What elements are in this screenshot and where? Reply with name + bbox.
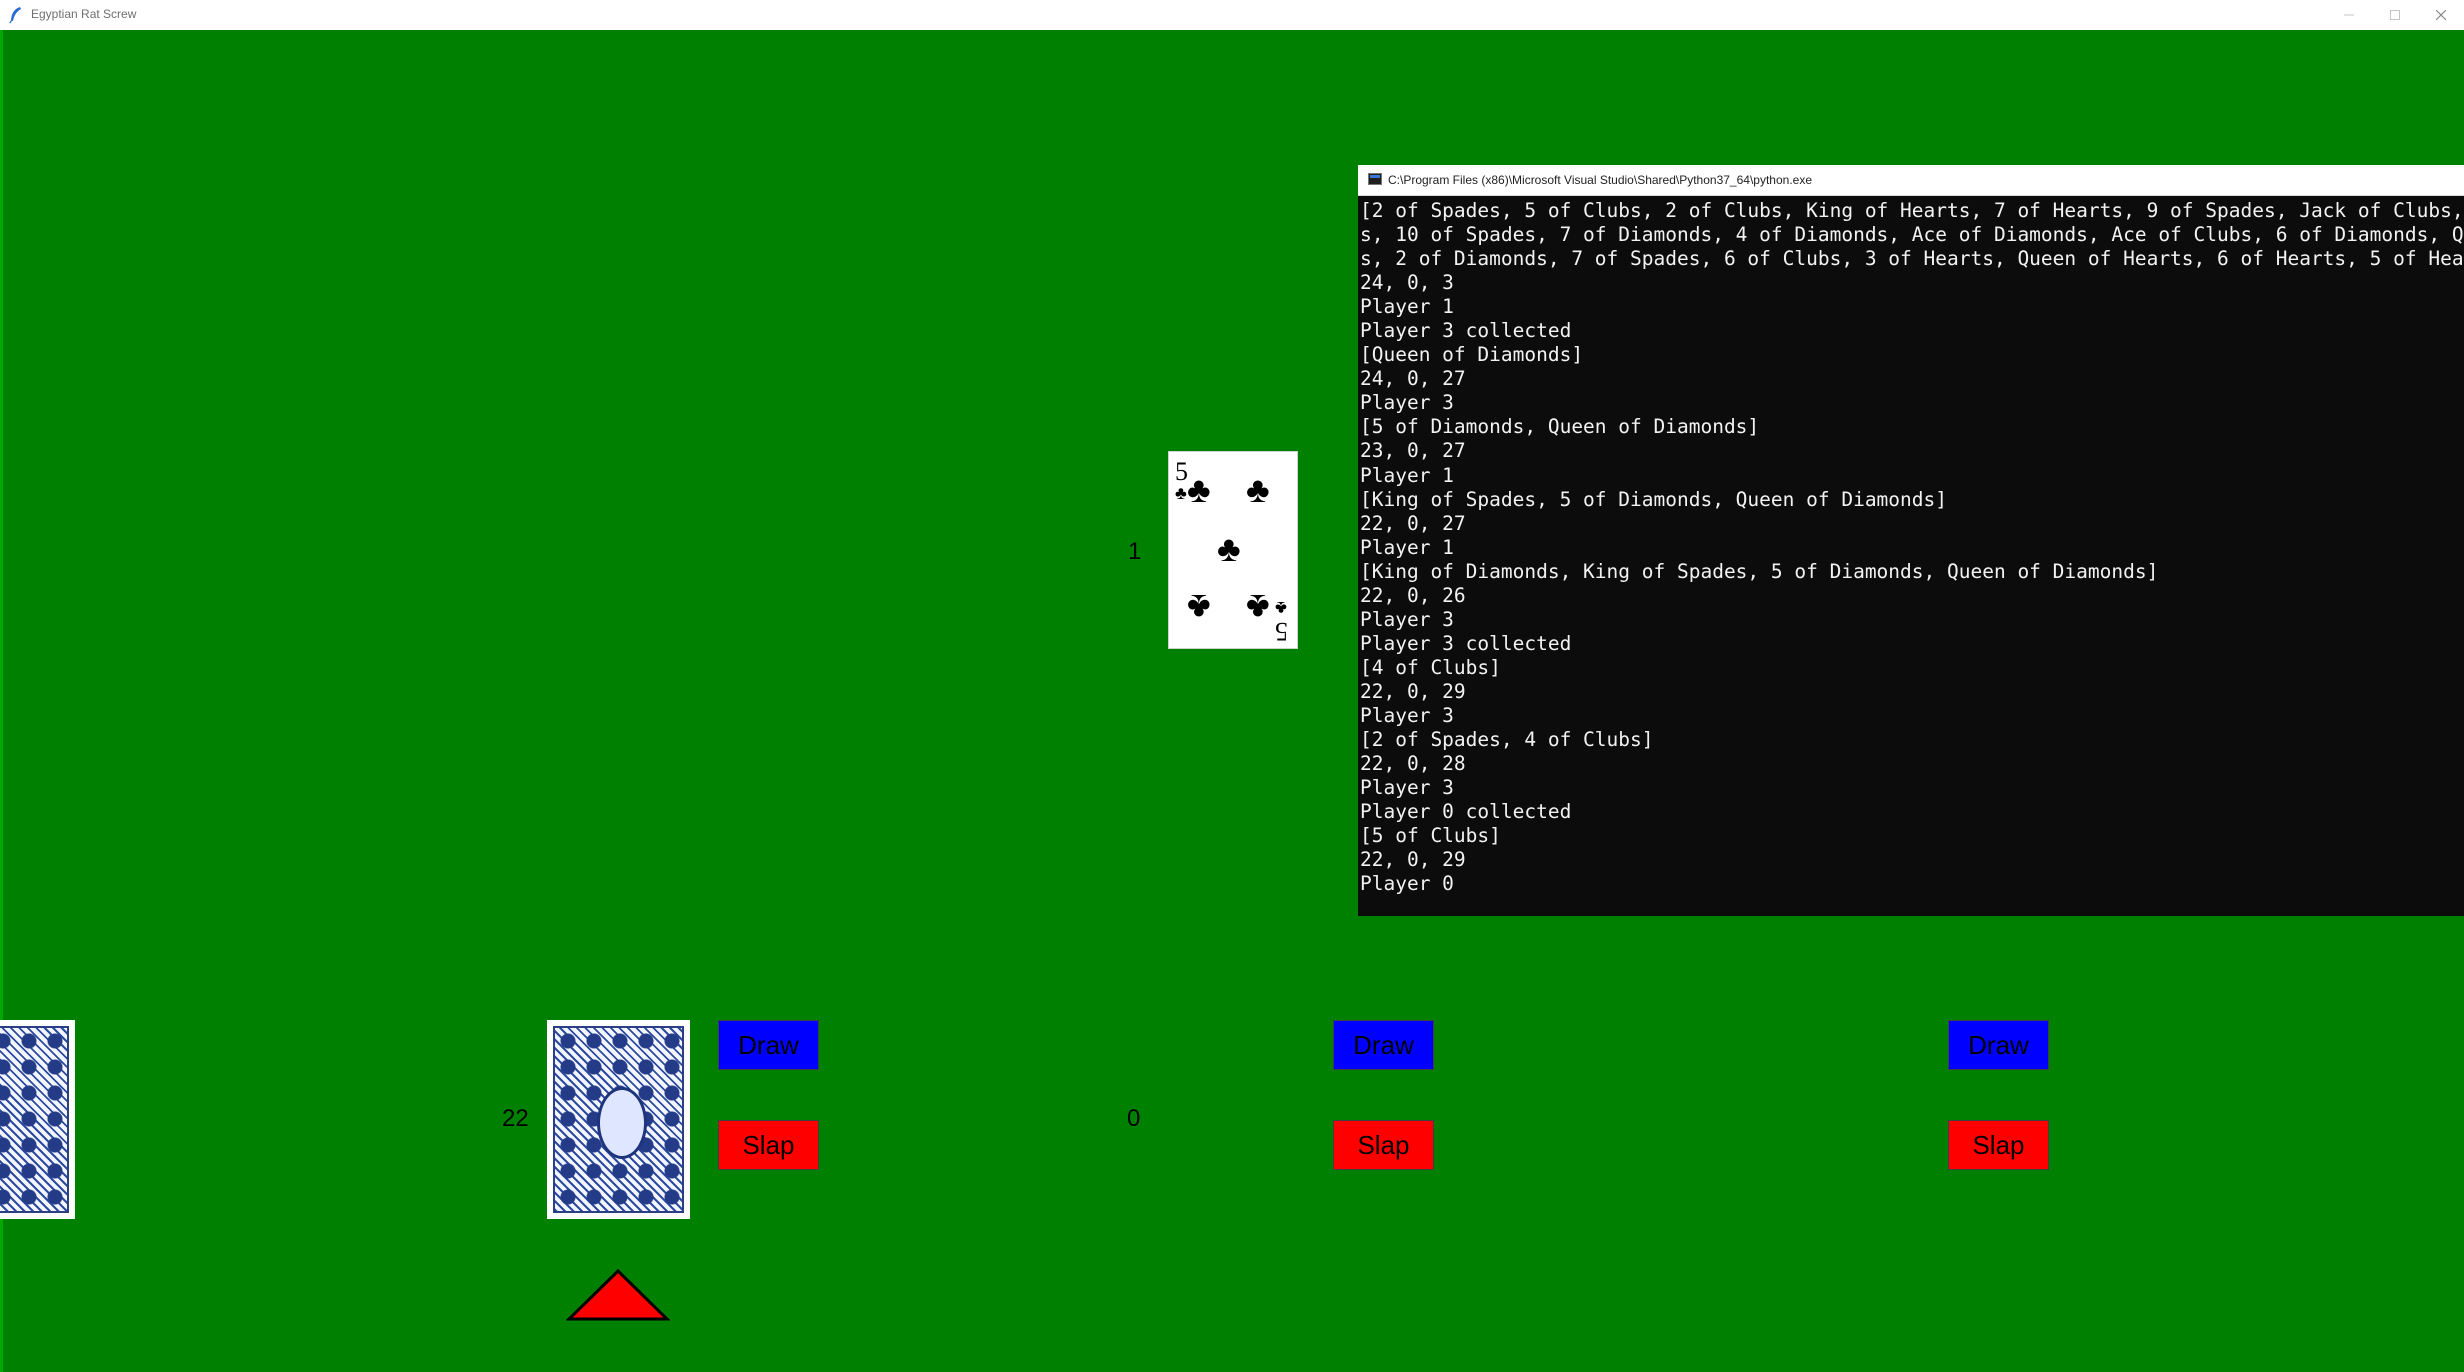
- console-line: [2 of Spades, 4 of Clubs]: [1360, 728, 1654, 752]
- console-line: Player 3: [1360, 776, 1454, 800]
- title-bar: Egyptian Rat Screw: [0, 0, 2464, 31]
- club-suit-icon: ♣: [1175, 483, 1187, 503]
- club-pip-icon: ♣: [1187, 469, 1211, 510]
- console-line: Player 0 collected: [1360, 800, 1572, 824]
- maximize-icon: [2390, 10, 2400, 20]
- club-suit-icon: ♣: [1275, 598, 1287, 618]
- console-line: [4 of Clubs]: [1360, 655, 1501, 679]
- console-output[interactable]: [2 of Spades, 5 of Clubs, 2 of Clubs, Ki…: [1360, 199, 2464, 916]
- club-pip-icon: ♣: [1246, 587, 1270, 628]
- player-middle-slap-button[interactable]: Slap: [1333, 1120, 1434, 1170]
- console-line: 22, 0, 29: [1360, 679, 1466, 703]
- player-bottom-card-count: 22: [502, 1105, 529, 1132]
- console-line: Player 1: [1360, 535, 1454, 559]
- console-line: Player 3: [1360, 391, 1454, 415]
- window-title: Egyptian Rat Screw: [31, 7, 137, 21]
- triangle-up-icon: [566, 1268, 670, 1321]
- console-line: [5 of Clubs]: [1360, 824, 1501, 848]
- console-line: [King of Diamonds, King of Spades, 5 of …: [1360, 559, 2159, 583]
- center-pile-top-card[interactable]: 5 ♣ ♣ ♣ ♣ ♣ ♣ ♣ 5: [1168, 451, 1298, 649]
- console-line: s, 10 of Spades, 7 of Diamonds, 4 of Dia…: [1360, 223, 2464, 247]
- club-pip-icon: ♣: [1187, 587, 1211, 628]
- console-line: 24, 0, 3: [1360, 271, 1454, 295]
- console-line: 22, 0, 26: [1360, 583, 1466, 607]
- player-middle-card-count: 0: [1127, 1105, 1141, 1132]
- console-line: Player 1: [1360, 295, 1454, 319]
- card-back-emblem: [596, 1086, 647, 1159]
- player-bottom-slap-button[interactable]: Slap: [718, 1120, 819, 1170]
- console-line: 23, 0, 27: [1360, 439, 1466, 463]
- close-icon: [2436, 10, 2446, 20]
- console-line: Player 3: [1360, 703, 1454, 727]
- console-title-bar[interactable]: C:\Program Files (x86)\Microsoft Visual …: [1358, 165, 2464, 196]
- player-bottom-draw-button[interactable]: Draw: [718, 1020, 819, 1070]
- card-back-icon: [0, 1026, 69, 1213]
- console-line: Player 3: [1360, 607, 1454, 631]
- minimize-button[interactable]: [2326, 0, 2372, 30]
- feather-icon: [9, 7, 21, 24]
- console-line: [Queen of Diamonds]: [1360, 343, 1584, 367]
- console-line: Player 3 collected: [1360, 319, 1572, 343]
- player-middle-draw-button[interactable]: Draw: [1333, 1020, 1434, 1070]
- console-line: [5 of Diamonds, Queen of Diamonds]: [1360, 415, 1760, 439]
- console-line: Player 1: [1360, 463, 1454, 487]
- close-button[interactable]: [2418, 0, 2464, 30]
- club-pip-icon: ♣: [1217, 528, 1241, 569]
- left-player-deck[interactable]: [0, 1020, 75, 1219]
- player-bottom-deck[interactable]: [547, 1020, 690, 1219]
- card-rank-bottom: 5: [1275, 617, 1288, 646]
- console-window[interactable]: C:\Program Files (x86)\Microsoft Visual …: [1358, 165, 2464, 916]
- console-line: [2 of Spades, 5 of Clubs, 2 of Clubs, Ki…: [1360, 199, 2464, 222]
- console-line: Player 0: [1360, 872, 1454, 896]
- console-line: Player 3 collected: [1360, 631, 1572, 655]
- console-app-icon: [1368, 173, 1382, 185]
- center-pile-count: 1: [1128, 538, 1142, 565]
- console-line: 22, 0, 27: [1360, 511, 1466, 535]
- console-title: C:\Program Files (x86)\Microsoft Visual …: [1388, 173, 1812, 187]
- console-line: 22, 0, 28: [1360, 752, 1466, 776]
- console-line: 24, 0, 27: [1360, 367, 1466, 391]
- console-line: [King of Spades, 5 of Diamonds, Queen of…: [1360, 487, 1947, 511]
- maximize-button[interactable]: [2372, 0, 2418, 30]
- console-line: s, 2 of Diamonds, 7 of Spades, 6 of Club…: [1360, 247, 2464, 271]
- console-line: 22, 0, 29: [1360, 848, 1466, 872]
- club-pip-icon: ♣: [1246, 469, 1270, 510]
- player-right-slap-button[interactable]: Slap: [1948, 1120, 2049, 1170]
- app-window: Egyptian Rat Screw 22 Draw Slap 0 Draw S…: [0, 0, 2464, 1372]
- player-right-draw-button[interactable]: Draw: [1948, 1020, 2049, 1070]
- minimize-icon: [2344, 14, 2354, 16]
